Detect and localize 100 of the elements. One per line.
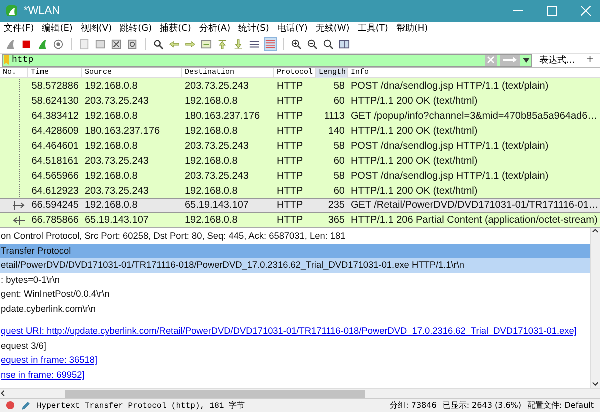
zoom-out-icon: [307, 38, 318, 50]
detail-link[interactable]: quest URI: http://update.cyberlink.com/Retail/PowerDVD/DVD171031-01/TR171116-018/PowerDVD_17.0.2316.62_Trial_DVD171031-01.exe]: [0, 324, 590, 339]
close-icon: [581, 6, 591, 16]
table-cell-text: 192.168.0.8: [184, 96, 239, 108]
menu-item[interactable]: 分析(A): [199, 22, 239, 36]
scroll-up-icon[interactable]: [592, 228, 599, 236]
packet-row[interactable]: 58.572886 192.168.0.8 203.73.25.243 HTTP 58 POST /dna/sendlog.jsp HTTP/1.1 (text/plain): [0, 78, 600, 94]
shark-fin-icon: [5, 38, 16, 50]
scroll-down-icon[interactable]: [592, 381, 599, 388]
close-file-icon: [111, 38, 122, 50]
table-cell-text: HTTP: [276, 81, 304, 92]
error-dot-icon: [6, 401, 15, 410]
scrollbar-thumb[interactable]: [65, 390, 365, 398]
toolbar-button[interactable]: [322, 37, 335, 52]
menu-item[interactable]: 捕获(C): [160, 22, 200, 36]
table-cell-text: 65.19.143.107: [184, 200, 250, 212]
status-message: Hypertext Transfer Protocol (http), 181 字节: [37, 400, 246, 412]
packet-row[interactable]: 66.594245 192.168.0.8 65.19.143.107 HTTP 235 GET /Retail/PowerDVD/DVD171031-01/TR171116-01…: [0, 198, 600, 213]
detail-line: gent: WinInetPost/0.0.4\r\n: [0, 288, 111, 302]
displayed-count: 已显示: 2643 (3.6%): [442, 400, 522, 412]
scrollbar[interactable]: [590, 228, 600, 388]
filter-text-input[interactable]: http: [12, 54, 482, 66]
file-icon: [79, 38, 90, 50]
table-cell-text: 180.163.237.176: [184, 111, 262, 122]
menu-item[interactable]: 工具(T): [358, 22, 396, 36]
table-cell-text: 64.428609: [30, 126, 80, 138]
detail-link[interactable]: equest in frame: 36518]: [0, 353, 590, 368]
right-arrow-icon: [185, 38, 196, 50]
menu-item[interactable]: 编辑(E): [42, 22, 81, 36]
table-cell-text: 192.168.0.8: [84, 171, 139, 182]
horizontal-scrollbar[interactable]: [0, 388, 600, 398]
table-cell-text: 192.168.0.8: [184, 126, 239, 138]
table-cell-text: HTTP/1.1 200 OK (text/html): [350, 156, 479, 168]
table-cell-text: 65.19.143.107: [84, 214, 150, 226]
table-cell-text: 203.73.25.243: [184, 171, 250, 182]
detail-line: on Control Protocol, Src Port: 60258, Dst Port: 80, Seq: 445, Ack: 6587031, Len: 181: [0, 230, 347, 244]
table-cell-text: 60: [332, 96, 346, 108]
packet-row[interactable]: 64.565966 192.168.0.8 203.73.25.243 HTTP 58 POST /dna/sendlog.jsp HTTP/1.1 (text/plain): [0, 168, 600, 184]
menu-item[interactable]: 电话(Y): [277, 22, 316, 36]
packet-row[interactable]: 64.383412 192.168.0.8 180.163.237.176 HTTP 1113 GET /popup/info?channel=3&mid=470b85a5a964ad6…: [0, 108, 600, 124]
table-cell-text: 203.73.25.243: [84, 186, 150, 198]
add-filter-button[interactable]: +: [582, 55, 598, 66]
table-cell-text: 64.383412: [30, 111, 80, 122]
menu-item[interactable]: 文件(F): [4, 22, 42, 36]
scroll-left-icon[interactable]: [0, 390, 7, 398]
table-cell-text: 192.168.0.8: [84, 200, 139, 212]
menu-item[interactable]: 跳转(G): [120, 22, 160, 36]
toolbar-button[interactable]: [306, 37, 319, 52]
table-cell-text: 58: [332, 81, 346, 92]
left-arrow-icon: [169, 38, 180, 50]
table-cell-text: HTTP/1.1 200 OK (text/html): [350, 126, 479, 138]
up-arrow-icon: [217, 38, 228, 50]
table-cell-text: 203.73.25.243: [84, 156, 150, 168]
zoom-reset-icon: [323, 38, 334, 50]
packet-row[interactable]: 58.624130 203.73.25.243 192.168.0.8 HTTP 60 HTTP/1.1 200 OK (text/html): [0, 93, 600, 108]
detail-line: pdate.cyberlink.com\r\n: [0, 302, 97, 316]
table-cell-text: 64.464601: [30, 141, 80, 152]
profile-label[interactable]: 配置文件: Default: [528, 400, 594, 412]
table-cell-text: 203.73.25.243: [184, 141, 250, 152]
table-cell-text: 58.624130: [30, 96, 80, 108]
table-cell-text: 64.518161: [30, 156, 80, 168]
detail-line: : bytes=0-1\r\n: [0, 274, 61, 287]
table-cell-text: HTTP: [276, 111, 304, 122]
table-cell-text: 58: [332, 171, 346, 182]
resize-columns-icon: [339, 38, 350, 50]
table-cell-text: HTTP: [276, 156, 304, 168]
packet-row[interactable]: 64.518161 203.73.25.243 192.168.0.8 HTTP 60 HTTP/1.1 200 OK (text/html): [0, 153, 600, 168]
table-cell-text: HTTP/1.1 206 Partial Content (application/octet-stream): [350, 214, 599, 226]
expression-button[interactable]: 表达式…: [535, 54, 580, 67]
options-icon: [53, 38, 64, 50]
toolbar-button[interactable]: [126, 37, 139, 52]
pencil-icon[interactable]: [21, 400, 31, 411]
menu-item[interactable]: 无线(W): [316, 22, 358, 36]
detail-link[interactable]: nse in frame: 69952]: [0, 368, 590, 382]
table-cell-text: 192.168.0.8: [84, 111, 139, 122]
table-cell-text: HTTP: [276, 126, 304, 138]
packet-row[interactable]: 64.464601 192.168.0.8 203.73.25.243 HTTP 58 POST /dna/sendlog.jsp HTTP/1.1 (text/plain): [0, 138, 600, 154]
search-icon: [153, 38, 164, 50]
table-cell-text: 180.163.237.176: [84, 126, 162, 138]
table-cell-text: 60: [332, 156, 346, 168]
menu-item[interactable]: 统计(S): [238, 22, 278, 36]
dropdown-caret-icon[interactable]: [523, 58, 530, 63]
packet-row[interactable]: 64.612923 203.73.25.243 192.168.0.8 HTTP 60 HTTP/1.1 200 OK (text/html): [0, 183, 600, 198]
menu-item[interactable]: 帮助(H): [396, 22, 436, 36]
table-cell-text: 66.594245: [30, 200, 80, 212]
table-cell-text: 64.565966: [30, 171, 80, 182]
clear-filter-button[interactable]: [485, 54, 498, 66]
packet-row[interactable]: 66.785866 65.19.143.107 192.168.0.8 HTTP 365 HTTP/1.1 206 Partial Content (application/octet-stream): [0, 212, 600, 228]
table-cell-text: 64.612923: [30, 186, 80, 198]
detail-line: equest 3/6]: [0, 340, 48, 353]
packet-row[interactable]: 64.428609 180.163.237.176 192.168.0.8 HTTP 140 HTTP/1.1 200 OK (text/html): [0, 123, 600, 138]
toolbar-button[interactable]: [290, 37, 303, 52]
menu-item[interactable]: 视图(V): [80, 22, 120, 36]
table-cell-text: 60: [332, 186, 346, 198]
table-cell-text: HTTP: [276, 96, 304, 108]
table-cell-text: POST /dna/sendlog.jsp HTTP/1.1 (text/plain): [350, 81, 550, 92]
table-cell-text: HTTP: [276, 214, 304, 226]
toolbar-button[interactable]: [110, 37, 123, 52]
display-filter-field[interactable]: http: [2, 54, 532, 67]
request-arrow-icon: [12, 201, 26, 210]
